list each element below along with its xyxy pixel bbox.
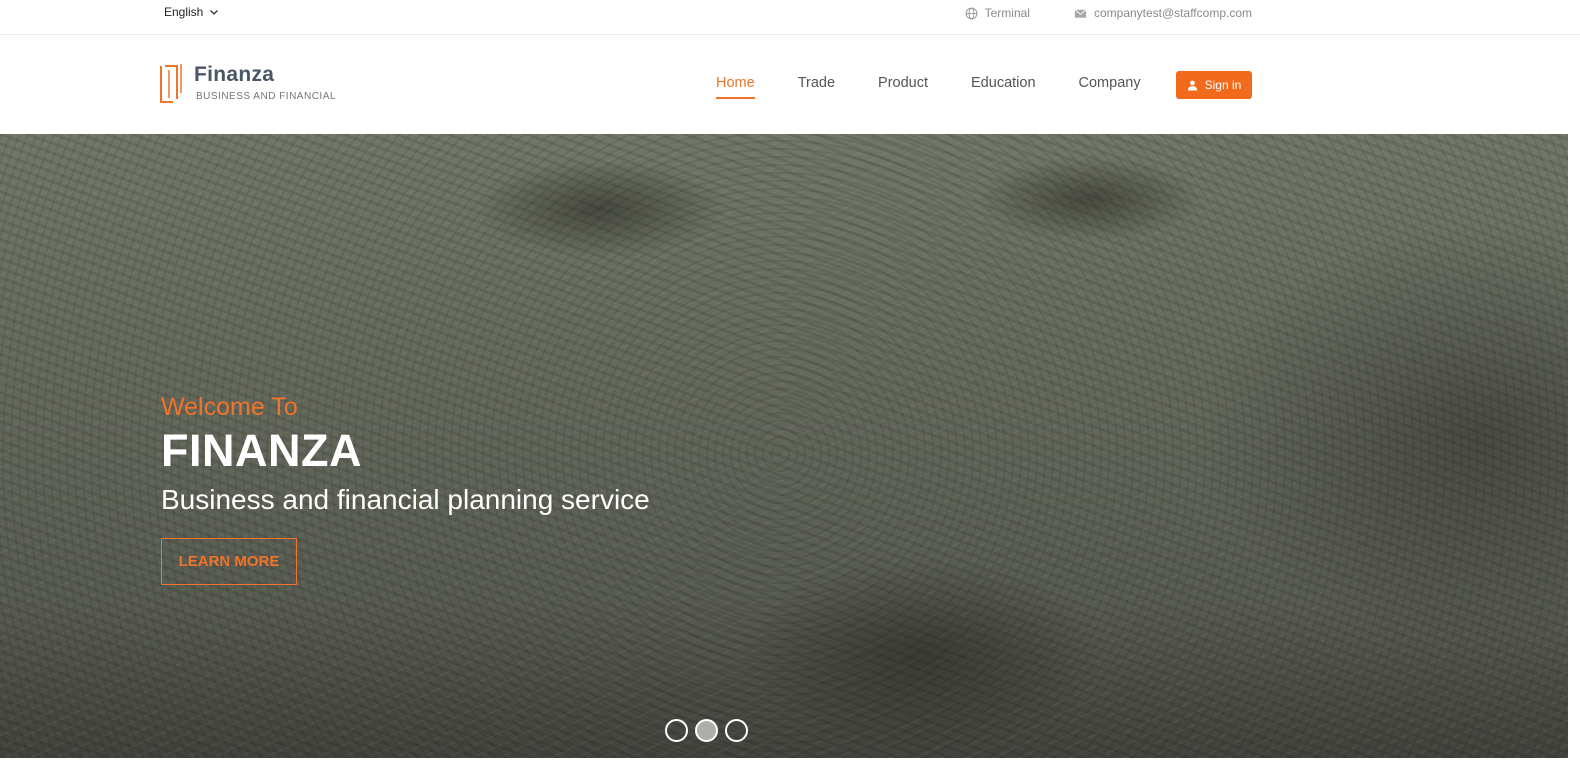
logo[interactable]: Finanza BUSINESS AND FINANCIAL xyxy=(160,63,336,103)
slider-dots xyxy=(665,719,748,742)
email-label: companytest@staffcomp.com xyxy=(1093,6,1252,20)
hero-slider: Welcome To FINANZA Business and financia… xyxy=(0,134,1568,758)
main-nav: Home Trade Product Education Company xyxy=(716,75,1184,99)
language-selector[interactable]: English xyxy=(164,5,219,19)
nav-trade[interactable]: Trade xyxy=(798,75,835,99)
logo-name: Finanza xyxy=(194,63,275,86)
chevron-down-icon xyxy=(210,10,219,15)
mail-icon xyxy=(1074,8,1087,18)
slider-dot-1[interactable] xyxy=(665,719,688,742)
nav-home[interactable]: Home xyxy=(716,75,755,99)
main-header: Finanza BUSINESS AND FINANCIAL Home Trad… xyxy=(0,35,1580,134)
top-bar: English Terminal companytest@staffcomp.c… xyxy=(0,0,1580,35)
top-contacts: Terminal companytest@staffcomp.com xyxy=(965,6,1252,20)
nav-education[interactable]: Education xyxy=(971,75,1036,99)
right-gutter xyxy=(1568,134,1580,766)
logo-mark-icon xyxy=(160,64,182,103)
slider-dot-3[interactable] xyxy=(725,719,748,742)
globe-icon xyxy=(965,7,978,19)
sign-in-label: Sign in xyxy=(1204,78,1242,92)
slider-dot-2[interactable] xyxy=(695,719,718,742)
hero-tagline: Business and financial planning service xyxy=(161,484,650,515)
logo-subtitle: BUSINESS AND FINANCIAL xyxy=(196,91,336,102)
bottom-strip xyxy=(0,758,1568,766)
hero-content: Welcome To FINANZA Business and financia… xyxy=(161,392,650,585)
learn-more-button[interactable]: LEARN MORE xyxy=(161,538,297,585)
terminal-link[interactable]: Terminal xyxy=(965,6,1030,20)
hero-title: FINANZA xyxy=(161,425,362,476)
language-label: English xyxy=(164,5,204,19)
email-link[interactable]: companytest@staffcomp.com xyxy=(1074,6,1252,20)
hero-welcome: Welcome To xyxy=(161,393,298,421)
terminal-label: Terminal xyxy=(984,6,1030,20)
user-icon xyxy=(1187,80,1197,91)
sign-in-button[interactable]: Sign in xyxy=(1176,71,1252,99)
nav-product[interactable]: Product xyxy=(878,75,928,99)
nav-company[interactable]: Company xyxy=(1079,75,1141,99)
